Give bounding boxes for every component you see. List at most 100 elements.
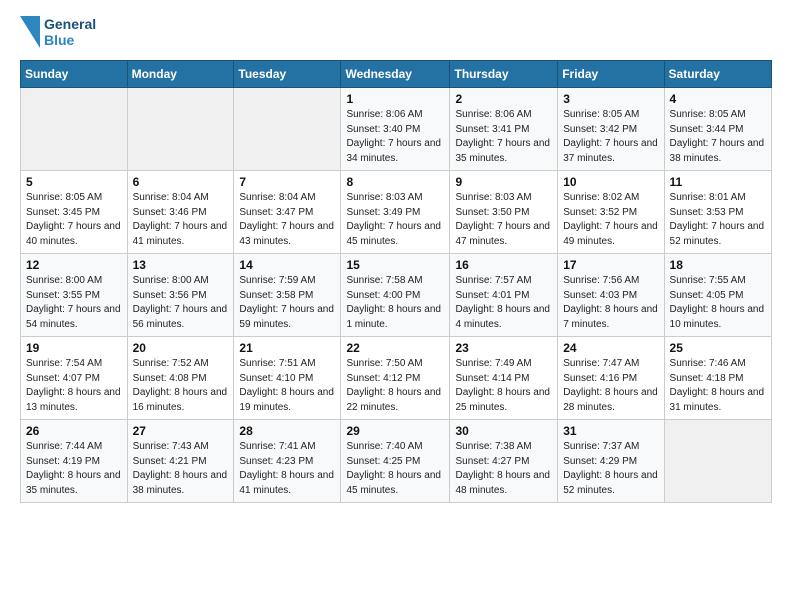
day-number: 25	[670, 341, 766, 355]
calendar-cell: 23Sunrise: 7:49 AM Sunset: 4:14 PM Dayli…	[450, 337, 558, 420]
calendar-cell: 29 Sunrise: 7:40 AM Sunset: 4:25 PM Dayli…	[341, 420, 450, 503]
day-info: Sunrise: 8:00 AM Sunset: 3:56 PM Dayligh…	[133, 274, 229, 332]
calendar-cell: 21 Sunrise: 7:51 AM Sunset: 4:10 PM Dayli…	[234, 337, 341, 420]
calendar-cell: 24Sunrise: 7:47 AM Sunset: 4:16 PM Dayli…	[558, 337, 664, 420]
calendar-cell: 10 Sunrise: 8:02 AM Sunset: 3:52 PM Dayli…	[558, 171, 664, 254]
weekday-header: Thursday	[450, 61, 558, 88]
day-info: Sunrise: 8:06 AM Sunset: 3:40 PM Dayligh…	[346, 108, 444, 166]
day-number: 11	[670, 175, 766, 189]
day-number: 21	[239, 341, 335, 355]
day-number: 27	[133, 424, 229, 438]
day-number: 6	[133, 175, 229, 189]
day-number: 19	[26, 341, 122, 355]
day-number: 31	[563, 424, 658, 438]
calendar-header: SundayMondayTuesdayWednesdayThursdayFrid…	[21, 61, 772, 88]
calendar-week-row: 1 Sunrise: 8:06 AM Sunset: 3:40 PM Daylig…	[21, 88, 772, 171]
day-info: Sunrise: 8:05 AM Sunset: 3:44 PM Dayligh…	[670, 108, 766, 166]
calendar-cell: 17 Sunrise: 7:56 AM Sunset: 4:03 PM Dayli…	[558, 254, 664, 337]
day-info: Sunrise: 8:01 AM Sunset: 3:53 PM Dayligh…	[670, 191, 766, 249]
calendar-cell	[664, 420, 771, 503]
day-info: Sunrise: 7:38 AM Sunset: 4:27 PM Dayligh…	[455, 440, 552, 498]
day-number: 26	[26, 424, 122, 438]
day-info: Sunrise: 7:55 AM Sunset: 4:05 PM Dayligh…	[670, 274, 766, 332]
calendar-cell: 30 Sunrise: 7:38 AM Sunset: 4:27 PM Dayli…	[450, 420, 558, 503]
calendar-cell: 28 Sunrise: 7:41 AM Sunset: 4:23 PM Dayli…	[234, 420, 341, 503]
weekday-header: Wednesday	[341, 61, 450, 88]
calendar-cell	[21, 88, 128, 171]
day-number: 12	[26, 258, 122, 272]
logo-text-blue: Blue	[44, 32, 96, 48]
day-info: Sunrise: 7:47 AM Sunset: 4:16 PM Dayligh…	[563, 357, 658, 415]
day-info: Sunrise: 8:05 AM Sunset: 3:45 PM Dayligh…	[26, 191, 122, 249]
day-info: Sunrise: 7:57 AM Sunset: 4:01 PM Dayligh…	[455, 274, 552, 332]
calendar-cell: 14 Sunrise: 7:59 AM Sunset: 3:58 PM Dayli…	[234, 254, 341, 337]
day-info: Sunrise: 8:06 AM Sunset: 3:41 PM Dayligh…	[455, 108, 552, 166]
calendar-cell: 2 Sunrise: 8:06 AM Sunset: 3:41 PM Daylig…	[450, 88, 558, 171]
calendar-week-row: 12 Sunrise: 8:00 AM Sunset: 3:55 PM Dayli…	[21, 254, 772, 337]
day-info: Sunrise: 7:59 AM Sunset: 3:58 PM Dayligh…	[239, 274, 335, 332]
calendar-cell: 31 Sunrise: 7:37 AM Sunset: 4:29 PM Dayli…	[558, 420, 664, 503]
day-number: 2	[455, 92, 552, 106]
day-number: 3	[563, 92, 658, 106]
calendar-cell: 4Sunrise: 8:05 AM Sunset: 3:44 PM Daylig…	[664, 88, 771, 171]
day-info: Sunrise: 8:05 AM Sunset: 3:42 PM Dayligh…	[563, 108, 658, 166]
calendar-cell: 5 Sunrise: 8:05 AM Sunset: 3:45 PM Daylig…	[21, 171, 128, 254]
calendar-cell	[127, 88, 234, 171]
calendar-cell: 12 Sunrise: 8:00 AM Sunset: 3:55 PM Dayli…	[21, 254, 128, 337]
calendar-cell: 16 Sunrise: 7:57 AM Sunset: 4:01 PM Dayli…	[450, 254, 558, 337]
calendar-cell: 9Sunrise: 8:03 AM Sunset: 3:50 PM Daylig…	[450, 171, 558, 254]
day-number: 14	[239, 258, 335, 272]
calendar-cell: 1 Sunrise: 8:06 AM Sunset: 3:40 PM Daylig…	[341, 88, 450, 171]
logo-triangle-icon	[20, 16, 40, 48]
calendar-cell: 18 Sunrise: 7:55 AM Sunset: 4:05 PM Dayli…	[664, 254, 771, 337]
calendar-cell: 11 Sunrise: 8:01 AM Sunset: 3:53 PM Dayli…	[664, 171, 771, 254]
day-number: 30	[455, 424, 552, 438]
day-number: 17	[563, 258, 658, 272]
day-info: Sunrise: 8:04 AM Sunset: 3:46 PM Dayligh…	[133, 191, 229, 249]
day-info: Sunrise: 7:37 AM Sunset: 4:29 PM Dayligh…	[563, 440, 658, 498]
calendar-cell: 13 Sunrise: 8:00 AM Sunset: 3:56 PM Dayli…	[127, 254, 234, 337]
day-number: 28	[239, 424, 335, 438]
day-info: Sunrise: 8:00 AM Sunset: 3:55 PM Dayligh…	[26, 274, 122, 332]
day-number: 22	[346, 341, 444, 355]
logo-block: General Blue	[20, 16, 96, 48]
day-info: Sunrise: 8:03 AM Sunset: 3:49 PM Dayligh…	[346, 191, 444, 249]
day-number: 29	[346, 424, 444, 438]
day-number: 7	[239, 175, 335, 189]
day-number: 1	[346, 92, 444, 106]
day-info: Sunrise: 7:46 AM Sunset: 4:18 PM Dayligh…	[670, 357, 766, 415]
day-number: 16	[455, 258, 552, 272]
weekday-header: Tuesday	[234, 61, 341, 88]
logo-text-general: General	[44, 16, 96, 32]
day-info: Sunrise: 7:52 AM Sunset: 4:08 PM Dayligh…	[133, 357, 229, 415]
calendar-cell: 27 Sunrise: 7:43 AM Sunset: 4:21 PM Dayli…	[127, 420, 234, 503]
day-number: 13	[133, 258, 229, 272]
logo: General Blue	[20, 16, 96, 48]
calendar-cell: 20Sunrise: 7:52 AM Sunset: 4:08 PM Dayli…	[127, 337, 234, 420]
day-number: 18	[670, 258, 766, 272]
day-info: Sunrise: 7:43 AM Sunset: 4:21 PM Dayligh…	[133, 440, 229, 498]
calendar-cell: 3 Sunrise: 8:05 AM Sunset: 3:42 PM Daylig…	[558, 88, 664, 171]
day-info: Sunrise: 7:54 AM Sunset: 4:07 PM Dayligh…	[26, 357, 122, 415]
calendar-body: 1 Sunrise: 8:06 AM Sunset: 3:40 PM Daylig…	[21, 88, 772, 503]
weekday-header: Friday	[558, 61, 664, 88]
day-info: Sunrise: 7:51 AM Sunset: 4:10 PM Dayligh…	[239, 357, 335, 415]
weekday-header: Monday	[127, 61, 234, 88]
day-info: Sunrise: 7:41 AM Sunset: 4:23 PM Dayligh…	[239, 440, 335, 498]
calendar-cell: 8Sunrise: 8:03 AM Sunset: 3:49 PM Daylig…	[341, 171, 450, 254]
day-number: 23	[455, 341, 552, 355]
weekday-header: Saturday	[664, 61, 771, 88]
page-header: General Blue	[20, 16, 772, 48]
day-info: Sunrise: 7:40 AM Sunset: 4:25 PM Dayligh…	[346, 440, 444, 498]
day-number: 5	[26, 175, 122, 189]
calendar-cell: 25 Sunrise: 7:46 AM Sunset: 4:18 PM Dayli…	[664, 337, 771, 420]
day-info: Sunrise: 7:44 AM Sunset: 4:19 PM Dayligh…	[26, 440, 122, 498]
day-info: Sunrise: 8:02 AM Sunset: 3:52 PM Dayligh…	[563, 191, 658, 249]
weekday-header: Sunday	[21, 61, 128, 88]
calendar-cell	[234, 88, 341, 171]
day-number: 10	[563, 175, 658, 189]
calendar-cell: 19 Sunrise: 7:54 AM Sunset: 4:07 PM Dayli…	[21, 337, 128, 420]
calendar-cell: 22Sunrise: 7:50 AM Sunset: 4:12 PM Dayli…	[341, 337, 450, 420]
day-info: Sunrise: 7:56 AM Sunset: 4:03 PM Dayligh…	[563, 274, 658, 332]
calendar-cell: 15Sunrise: 7:58 AM Sunset: 4:00 PM Dayli…	[341, 254, 450, 337]
